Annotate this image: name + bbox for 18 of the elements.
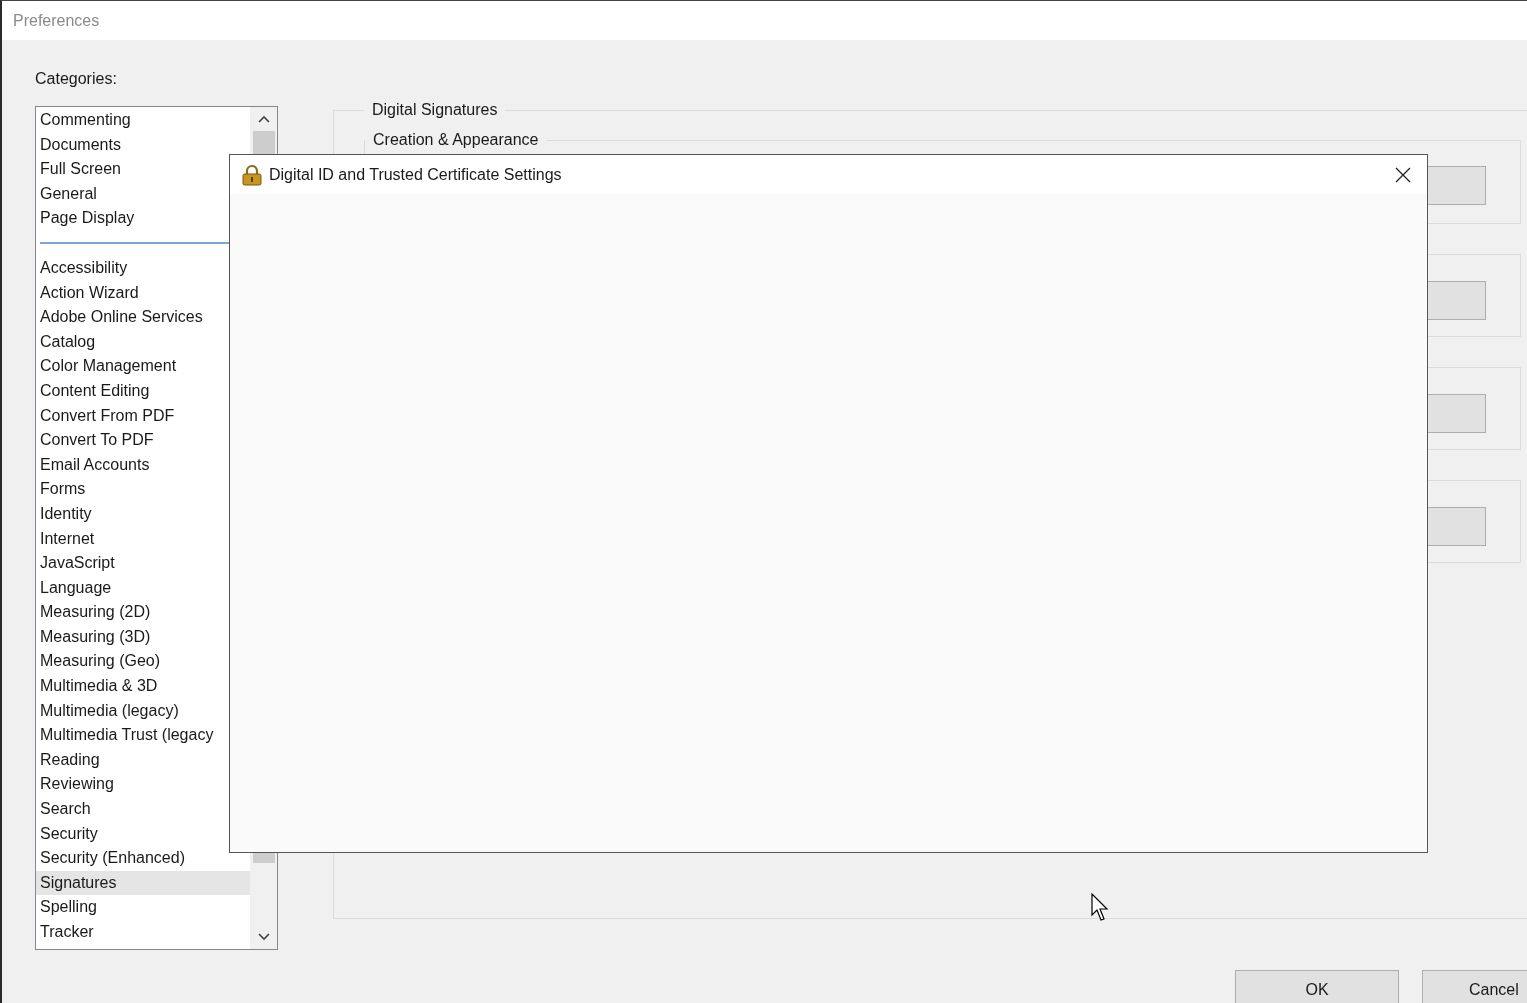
categories-label: Categories:	[35, 69, 117, 89]
ok-button[interactable]: OK	[1235, 970, 1399, 1003]
section-title: Creation & Appearance	[372, 130, 540, 150]
category-item[interactable]: Documents	[36, 132, 250, 158]
dialog-title: Digital ID and Trusted Certificate Settings	[269, 165, 563, 184]
category-item[interactable]: Tracker	[36, 920, 250, 945]
category-item[interactable]: Security (Enhanced)	[36, 846, 250, 871]
mouse-pointer-icon	[1091, 893, 1111, 923]
scroll-down-icon[interactable]	[257, 933, 270, 941]
scroll-up-icon[interactable]	[257, 115, 270, 123]
group-title: Digital Signatures	[371, 100, 499, 120]
cancel-button[interactable]: Cancel	[1422, 970, 1527, 1003]
category-item[interactable]: Commenting	[36, 108, 250, 133]
close-icon[interactable]	[1395, 166, 1411, 183]
window-title: Preferences	[13, 11, 100, 30]
category-item[interactable]: Spelling	[36, 895, 250, 920]
category-item[interactable]: Signatures	[36, 870, 250, 896]
padlock-icon	[241, 163, 263, 186]
